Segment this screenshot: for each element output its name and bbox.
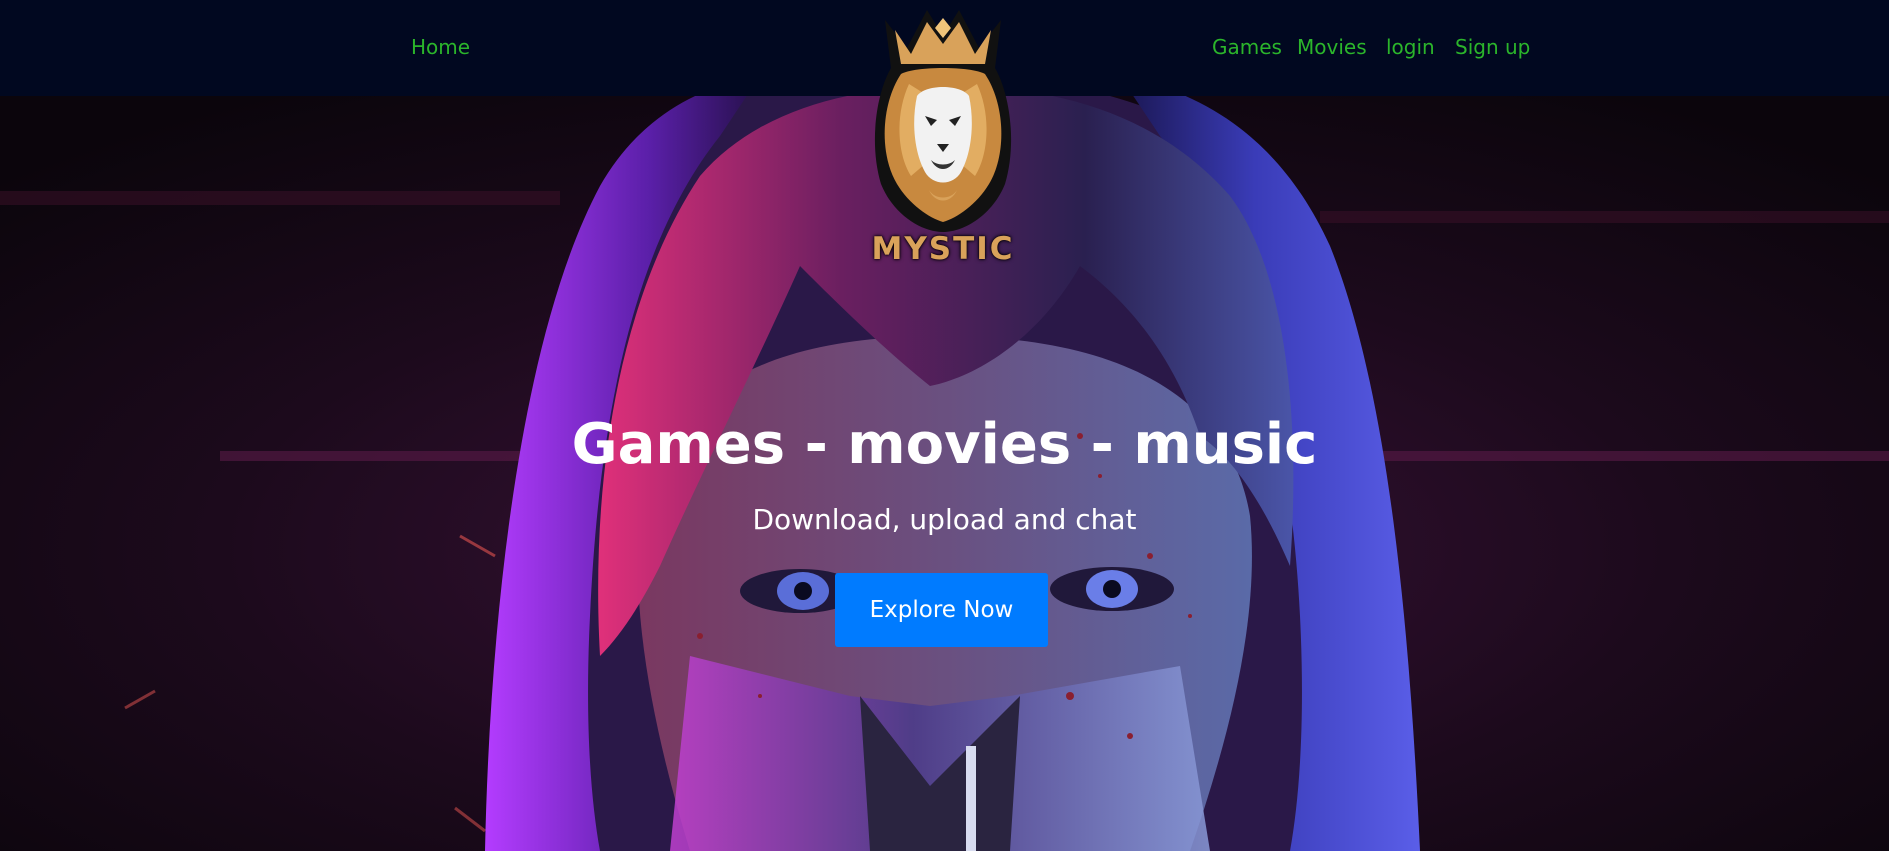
hero-subtitle: Download, upload and chat [752, 503, 1137, 536]
site-logo[interactable]: MYSTIC [845, 4, 1041, 274]
page: Home Games Movies login Sign up MYSTIC G… [0, 0, 1889, 851]
nav-link-movies[interactable]: Movies [1297, 33, 1367, 61]
hero-title: Games - movies - music [571, 412, 1318, 477]
logo-text: MYSTIC [871, 231, 1015, 267]
nav-link-login[interactable]: login [1386, 33, 1435, 61]
nav-link-home[interactable]: Home [411, 33, 470, 61]
lion-crown-icon [874, 10, 1012, 232]
explore-now-button[interactable]: Explore Now [835, 573, 1048, 647]
nav-link-signup[interactable]: Sign up [1455, 33, 1530, 61]
nav-link-games[interactable]: Games [1212, 33, 1282, 61]
